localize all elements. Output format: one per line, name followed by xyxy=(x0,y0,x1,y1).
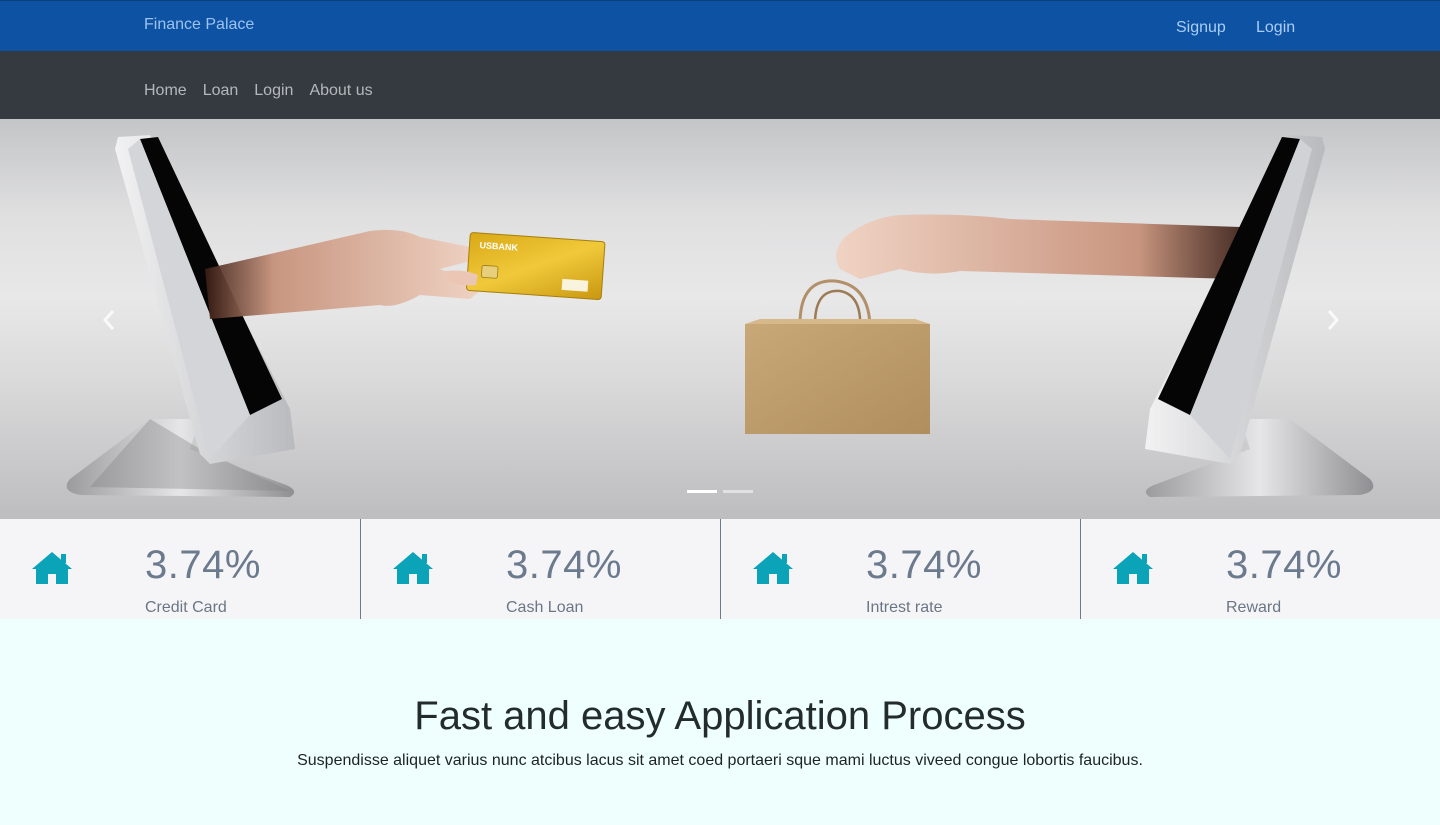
carousel-prev-button[interactable] xyxy=(94,305,124,335)
section-title: Fast and easy Application Process xyxy=(414,694,1026,738)
nav-menu: Home Loan Login About us xyxy=(144,82,389,100)
stat-value: 3.74% xyxy=(506,543,622,587)
section-text: Suspendisse aliquet varius nunc atcibus … xyxy=(297,752,1143,769)
carousel-indicator-2[interactable] xyxy=(723,490,753,493)
stat-label: Intrest rate xyxy=(866,599,943,616)
chevron-left-icon xyxy=(102,310,115,330)
home-icon xyxy=(393,552,433,584)
stat-label: Reward xyxy=(1226,599,1282,616)
nav-item-login[interactable]: Login xyxy=(254,82,293,100)
main-navbar: Home Loan Login About us xyxy=(0,51,1440,119)
carousel-next-button[interactable] xyxy=(1318,305,1348,335)
stat-label: Cash Loan xyxy=(506,599,584,616)
stat-value: 3.74% xyxy=(145,543,261,587)
stat-value: 3.74% xyxy=(866,543,982,587)
stat-card-credit-card: 3.74% Credit Card xyxy=(0,519,360,619)
stats-row: 3.74% Credit Card 3.74% Cash Loan 3.74% … xyxy=(0,519,1440,619)
hero-carousel: USBANK xyxy=(0,119,1440,519)
stat-value: 3.74% xyxy=(1226,543,1342,587)
stat-card-cash-loan: 3.74% Cash Loan xyxy=(360,519,720,619)
brand-link[interactable]: Finance Palace xyxy=(144,16,254,34)
stat-label: Credit Card xyxy=(145,599,227,616)
nav-item-about-us[interactable]: About us xyxy=(309,82,372,100)
home-icon xyxy=(753,552,793,584)
carousel-indicator-1[interactable] xyxy=(687,490,717,493)
nav-item-home[interactable]: Home xyxy=(144,82,187,100)
top-header: Finance Palace Signup Login xyxy=(0,0,1440,51)
nav-item-loan[interactable]: Loan xyxy=(203,82,239,100)
home-icon xyxy=(32,552,72,584)
stat-card-interest-rate: 3.74% Intrest rate xyxy=(720,519,1080,619)
login-link[interactable]: Login xyxy=(1256,19,1295,37)
home-icon xyxy=(1113,552,1153,584)
signup-link[interactable]: Signup xyxy=(1176,19,1226,37)
chevron-right-icon xyxy=(1327,310,1340,330)
stat-card-reward: 3.74% Reward xyxy=(1080,519,1440,619)
carousel-indicators xyxy=(687,490,753,493)
application-process-section: Fast and easy Application Process Suspen… xyxy=(0,619,1440,825)
hero-image: USBANK xyxy=(66,135,1374,497)
